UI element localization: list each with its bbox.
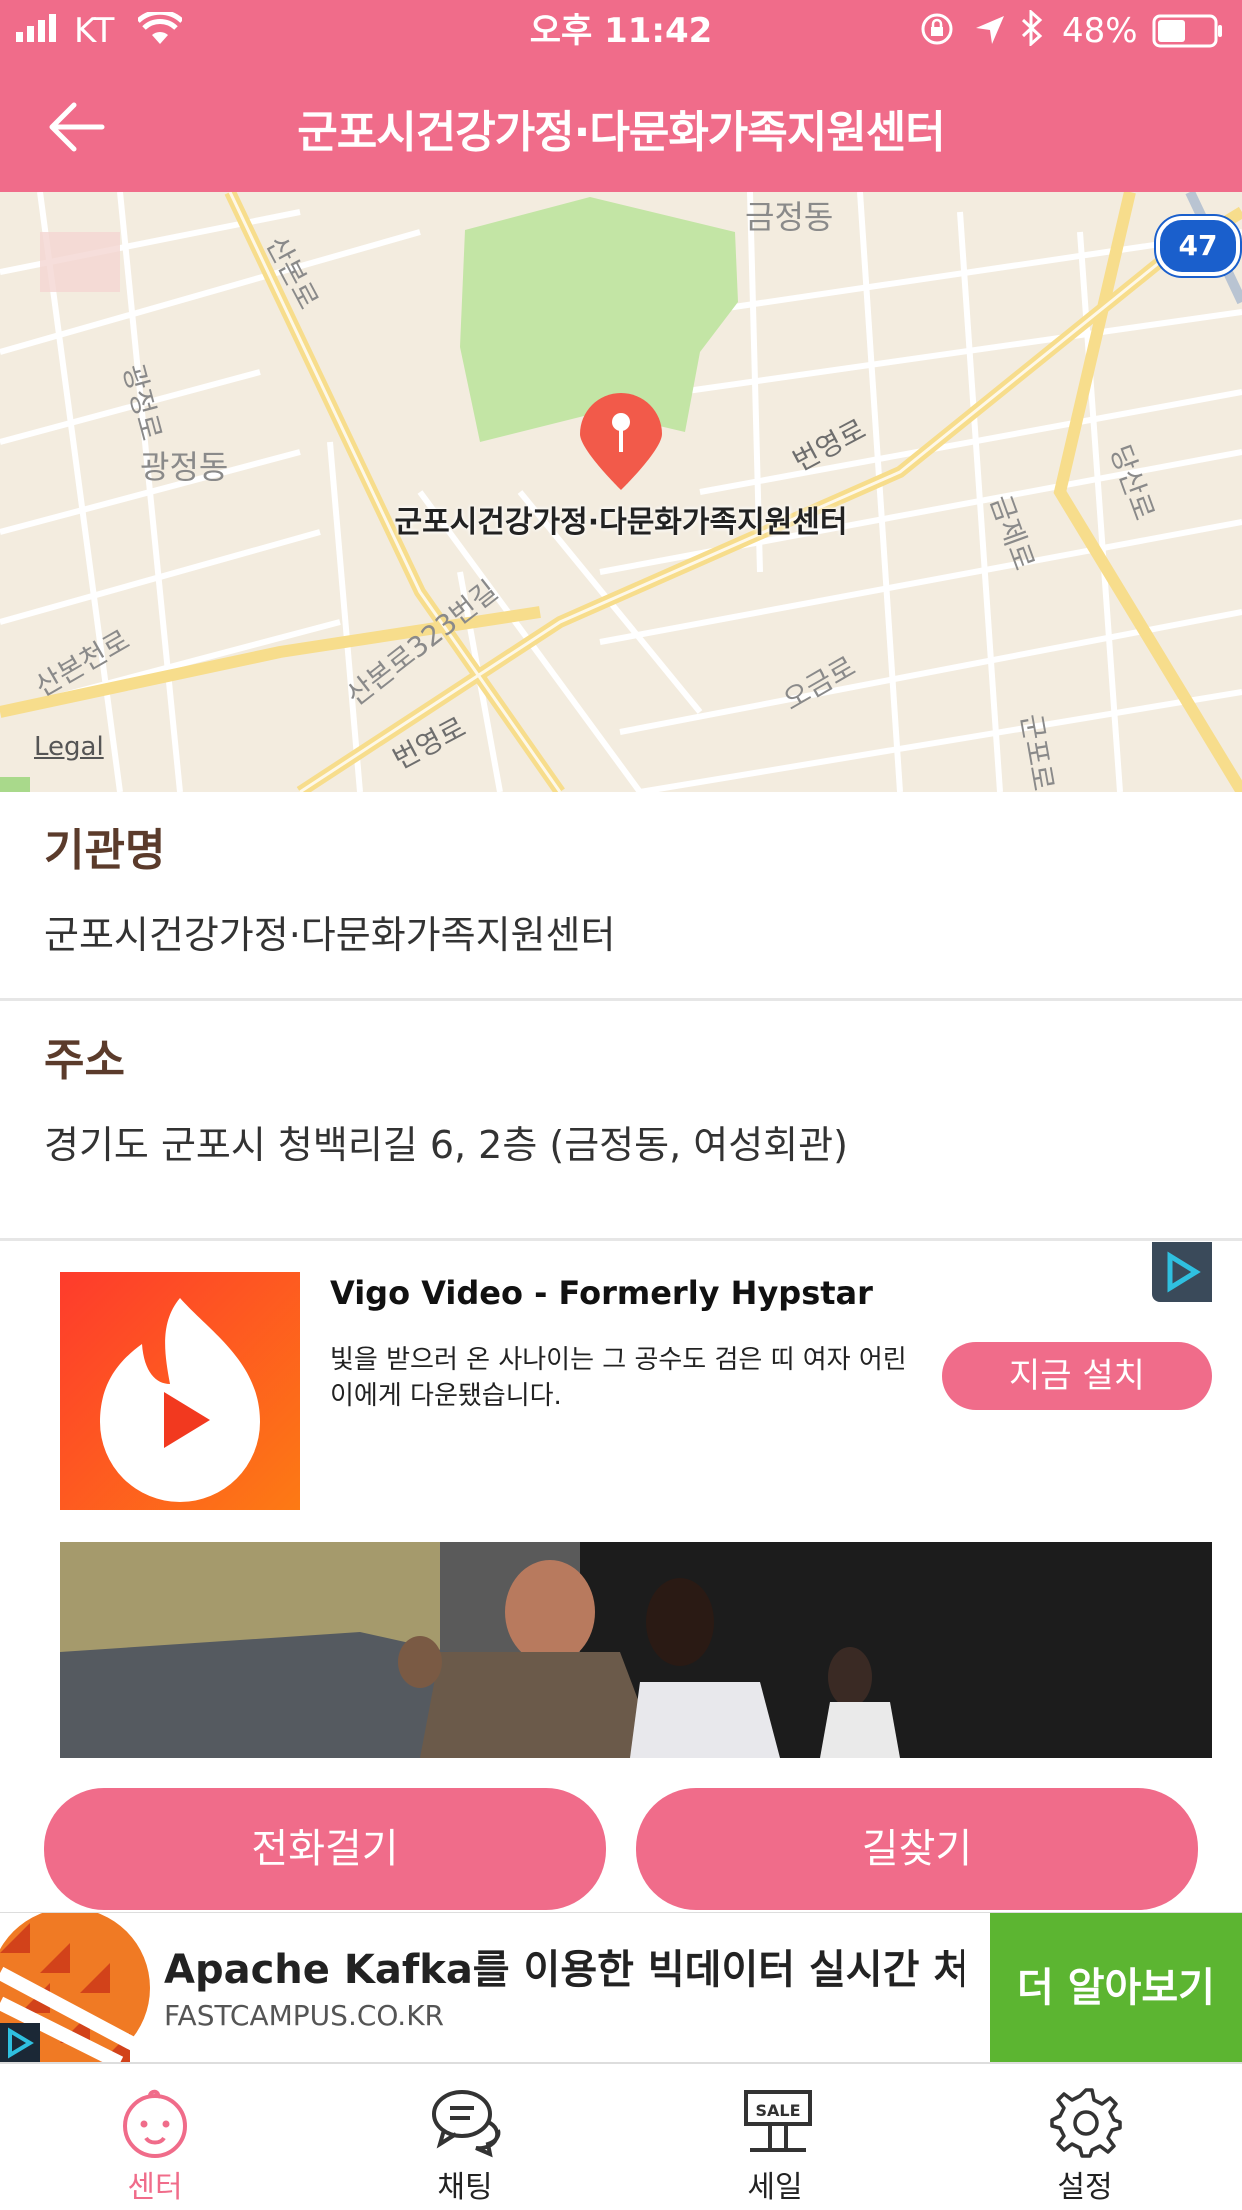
tab-center[interactable]: 센터 [0,2064,310,2210]
legal-link[interactable]: Legal [34,732,104,762]
location-pin-icon[interactable] [578,392,664,496]
route-badge: 47 [1156,216,1240,276]
name-label: 기관명 [44,825,166,876]
address-value: 경기도 군포시 청백리길 6, 2층 (금정동, 여성회관) [44,1123,848,1167]
gear-icon [1050,2088,1122,2158]
app-icon[interactable] [60,1272,300,1510]
clock: 오후 11:42 [529,11,713,51]
bluetooth-icon [1020,8,1044,58]
tab-settings[interactable]: 설정 [930,2064,1240,2210]
tab-label: 채팅 [437,2170,493,2205]
banner-title[interactable]: Apache Kafka를 이용한 빅데이터 실시간 처... [164,1937,964,1995]
ad-title[interactable]: Vigo Video - Formerly Hypstar [330,1274,873,1312]
banner-domain: FASTCAMPUS.CO.KR [164,1999,445,2032]
baby-face-icon [123,2089,187,2158]
tab-label: 설정 [1057,2170,1113,2205]
divider [0,1238,1242,1241]
sale-sign-icon: SALE [744,2090,812,2152]
location-arrow-icon [974,12,1006,58]
name-value: 군포시건강가정·다문화가족지원센터 [44,913,616,957]
status-bar: KT 오후 11:42 48% [0,0,1242,62]
adchoices-icon[interactable] [1152,1242,1212,1302]
install-button[interactable]: 지금 설치 [942,1342,1212,1410]
tab-label: 세일 [747,2170,803,2205]
ad-video-thumbnail[interactable] [60,1542,1212,1758]
banner-ad[interactable]: Apache Kafka를 이용한 빅데이터 실시간 처... FASTCAMP… [0,1912,1242,2063]
chat-bubbles-icon [432,2090,501,2158]
map-label: 광정동 [140,448,229,486]
banner-cta-button[interactable]: 더 알아보기 [990,1913,1242,2063]
rotation-lock-icon [920,12,954,58]
page-title: 군포시건강가정·다문화가족지원센터 [297,107,945,158]
tab-sale[interactable]: SALE 세일 [620,2064,930,2210]
flame-play-icon [100,1298,260,1502]
battery-percent: 48% [1062,11,1138,51]
pin-label: 군포시건강가정·다문화가족지원센터 [394,505,848,540]
tab-label: 센터 [127,2170,183,2205]
tab-bar: 센터 채팅 SALE 세일 설정 [0,2062,1242,2210]
map-label: 금정동 [745,198,834,236]
ad-description: 빛을 받으러 온 사나이는 그 공수도 검은 띠 여자 어린이에게 다운됐습니다… [330,1345,907,1411]
banner-thumbnail [0,1913,150,2063]
tab-chat[interactable]: 채팅 [310,2064,620,2210]
svg-text:SALE: SALE [755,2101,800,2120]
directions-button[interactable]: 길찾기 [636,1788,1198,1910]
battery-icon [1152,14,1224,60]
map-view[interactable]: 47 금정동 광정동 산본로 번영로 산본천로 산본로323번길 번영로 오금로… [0,192,1242,792]
call-button[interactable]: 전화걸기 [44,1788,606,1910]
divider [0,998,1242,1001]
app-header: 군포시건강가정·다문화가족지원센터 [0,62,1242,192]
address-label: 주소 [44,1035,125,1086]
